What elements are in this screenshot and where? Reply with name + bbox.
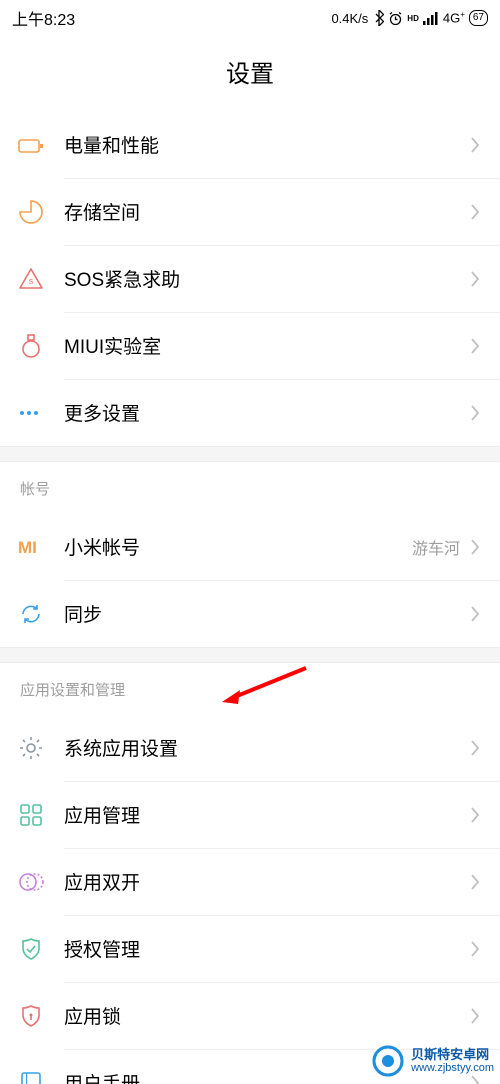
chevron-right-icon — [470, 404, 480, 422]
chevron-right-icon — [470, 337, 480, 355]
row-label: 存储空间 — [64, 198, 470, 225]
signal-hd-icon: HD — [407, 14, 419, 23]
network-type-label: 4G+ — [443, 10, 465, 25]
chevron-right-icon — [470, 538, 480, 556]
shield-check-icon — [18, 936, 64, 962]
watermark-url: www.zjbstyy.com — [411, 1062, 494, 1074]
status-bar: 上午8:23 0.4K/s HD 4G+ 67 — [0, 0, 500, 36]
chevron-right-icon — [470, 203, 480, 221]
chevron-right-icon — [470, 605, 480, 623]
more-dots-icon — [18, 411, 64, 415]
watermark: 贝斯特安卓网 www.zjbstyy.com — [371, 1044, 494, 1078]
row-label: 小米帐号 — [64, 533, 412, 560]
alarm-icon — [388, 11, 403, 26]
row-more-settings[interactable]: 更多设置 — [0, 379, 500, 446]
status-time: 上午8:23 — [12, 6, 75, 30]
row-battery-and-performance[interactable]: 电量和性能 — [0, 111, 500, 178]
flask-lab-icon — [18, 333, 64, 359]
mi-account-value: 游车河 — [412, 535, 460, 559]
row-label: MIUI实验室 — [64, 332, 470, 359]
settings-group-account: MI 小米帐号 游车河 同步 — [0, 513, 500, 647]
chevron-right-icon — [470, 136, 480, 154]
row-permission-management[interactable]: 授权管理 — [0, 915, 500, 982]
row-sos[interactable]: s SOS紧急求助 — [0, 245, 500, 312]
row-system-app-settings[interactable]: 系统应用设置 — [0, 714, 500, 781]
section-divider — [0, 647, 500, 663]
settings-group-apps: 系统应用设置 应用管理 应用双开 授权管理 应用锁 — [0, 714, 500, 1084]
row-label: 同步 — [64, 600, 470, 627]
row-label: 更多设置 — [64, 399, 470, 426]
network-speed: 0.4K/s — [331, 11, 368, 26]
row-label: 应用管理 — [64, 801, 470, 828]
chevron-right-icon — [470, 940, 480, 958]
status-right-cluster: 0.4K/s HD 4G+ 67 — [331, 10, 488, 26]
svg-text:MI: MI — [18, 538, 37, 557]
app-dual-icon — [18, 869, 64, 895]
row-app-lock[interactable]: 应用锁 — [0, 982, 500, 1049]
chevron-right-icon — [470, 270, 480, 288]
row-label: 系统应用设置 — [64, 734, 470, 761]
sync-refresh-icon — [18, 601, 64, 627]
watermark-title: 贝斯特安卓网 — [411, 1048, 494, 1062]
row-storage[interactable]: 存储空间 — [0, 178, 500, 245]
chevron-right-icon — [470, 806, 480, 824]
battery-performance-icon — [18, 132, 64, 158]
row-label: 授权管理 — [64, 935, 470, 962]
sos-warning-icon: s — [18, 266, 64, 292]
signal-bars-icon — [423, 11, 439, 25]
row-label: SOS紧急求助 — [64, 265, 470, 292]
chevron-right-icon — [470, 1007, 480, 1025]
row-label: 应用双开 — [64, 868, 470, 895]
chevron-right-icon — [470, 873, 480, 891]
svg-text:s: s — [29, 276, 34, 286]
row-app-management[interactable]: 应用管理 — [0, 781, 500, 848]
bluetooth-icon — [374, 10, 384, 26]
row-miui-lab[interactable]: MIUI实验室 — [0, 312, 500, 379]
row-mi-account[interactable]: MI 小米帐号 游车河 — [0, 513, 500, 580]
mi-logo-icon: MI — [18, 534, 64, 560]
apps-grid-icon — [18, 802, 64, 828]
row-label: 应用锁 — [64, 1002, 470, 1029]
shield-lock-icon — [18, 1003, 64, 1029]
settings-group-general: 电量和性能 存储空间 s SOS紧急求助 MIUI实验室 更多设置 — [0, 111, 500, 446]
row-label: 电量和性能 — [64, 131, 470, 158]
battery-icon: 67 — [469, 10, 488, 26]
watermark-logo-icon — [371, 1044, 405, 1078]
gear-icon — [18, 735, 64, 761]
storage-icon — [18, 199, 64, 225]
section-header-account: 帐号 — [0, 462, 500, 513]
section-divider — [0, 446, 500, 462]
chevron-right-icon — [470, 739, 480, 757]
row-sync[interactable]: 同步 — [0, 580, 500, 647]
section-header-app-mgmt: 应用设置和管理 — [0, 663, 500, 714]
row-app-dual[interactable]: 应用双开 — [0, 848, 500, 915]
manual-book-icon — [18, 1070, 64, 1084]
page-title: 设置 — [0, 36, 500, 111]
